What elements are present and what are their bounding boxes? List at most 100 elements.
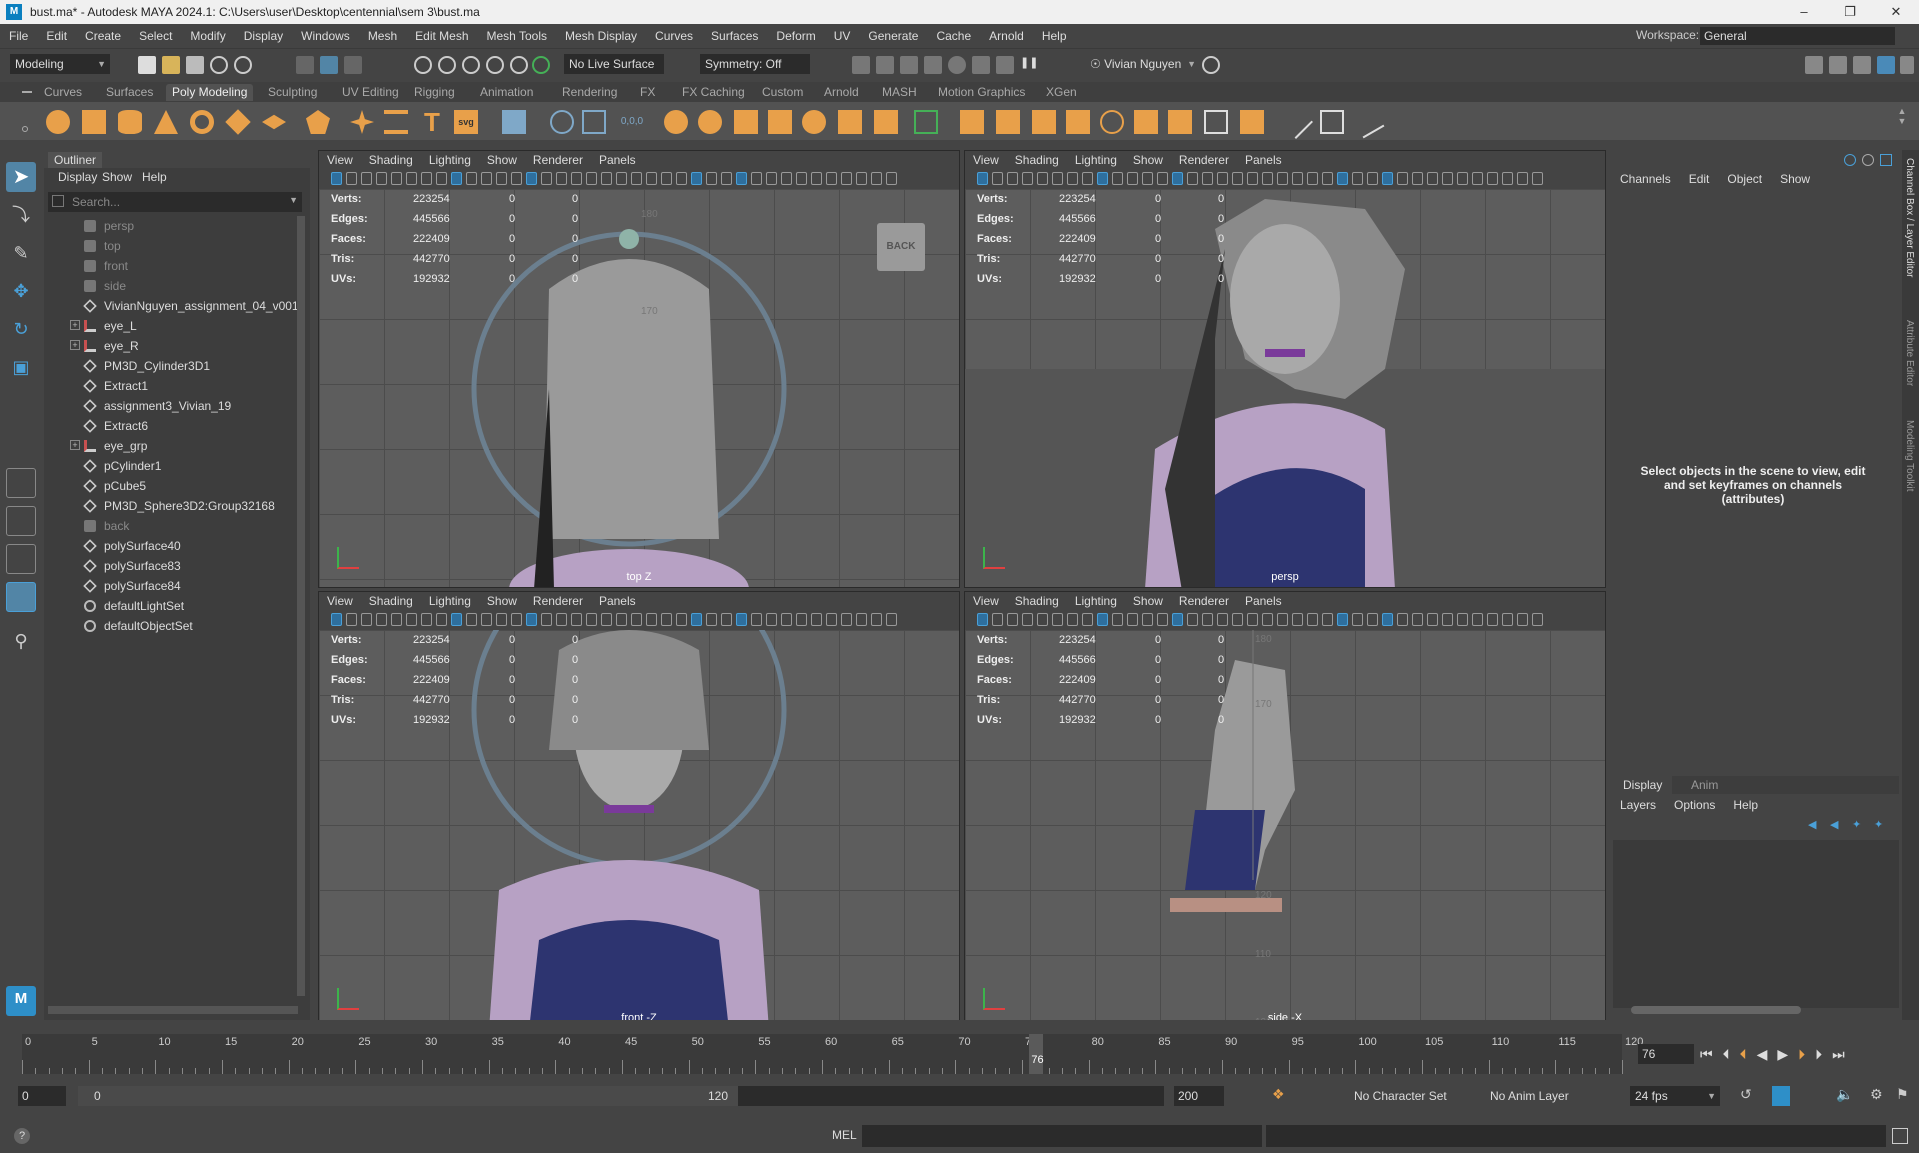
viewport-tool-icon[interactable]: [1502, 172, 1513, 185]
viewport-tool-icon[interactable]: [466, 613, 477, 626]
paint-select-tool-icon[interactable]: ✎: [6, 238, 36, 268]
outliner-item[interactable]: pCylinder1: [44, 456, 294, 476]
poly-cone-icon[interactable]: [154, 110, 178, 134]
viewport-tool-icon[interactable]: [1052, 613, 1063, 626]
viewport-tool-icon[interactable]: [1172, 613, 1183, 626]
cache-playback-icon[interactable]: [1772, 1086, 1790, 1106]
viewport-tool-icon[interactable]: [706, 613, 717, 626]
outliner-layout-icon[interactable]: [6, 582, 36, 612]
anim-layer-dropdown[interactable]: No Anim Layer: [1490, 1086, 1610, 1106]
viewport-menu-lighting[interactable]: Lighting: [421, 151, 479, 169]
fps-dropdown[interactable]: 24 fps ▼: [1630, 1086, 1720, 1106]
combine-icon[interactable]: [664, 110, 688, 134]
outliner-item[interactable]: Extract6: [44, 416, 294, 436]
uv-editor-icon[interactable]: [1279, 105, 1313, 139]
viewport-tool-icon[interactable]: [1067, 613, 1078, 626]
open-scene-icon[interactable]: [162, 56, 180, 74]
viewport-tool-icon[interactable]: [1157, 172, 1168, 185]
viewport-tool-icon[interactable]: [556, 613, 567, 626]
shelf-menu-icon[interactable]: [22, 91, 32, 93]
shelf-tab-custom[interactable]: Custom: [756, 84, 809, 101]
channel-menu-channels[interactable]: Channels: [1611, 170, 1680, 188]
viewport-menu-show[interactable]: Show: [1125, 592, 1171, 610]
poly-torus-icon[interactable]: [190, 110, 214, 134]
viewport-menu-panels[interactable]: Panels: [1237, 592, 1290, 610]
outliner-menu-show[interactable]: Show: [102, 170, 132, 184]
channel-menu-edit[interactable]: Edit: [1680, 170, 1719, 188]
viewport-menu-shading[interactable]: Shading: [361, 592, 421, 610]
viewport-tool-icon[interactable]: [1262, 172, 1273, 185]
platonic-solid-icon[interactable]: [306, 110, 330, 134]
go-to-end-icon[interactable]: ⏭: [1832, 1046, 1855, 1062]
menu-cache[interactable]: Cache: [927, 29, 980, 43]
viewport-tool-icon[interactable]: [1082, 613, 1093, 626]
viewport-tool-icon[interactable]: [1277, 613, 1288, 626]
select-hierarchy-icon[interactable]: [296, 56, 314, 74]
undo-icon[interactable]: [210, 56, 228, 74]
save-scene-icon[interactable]: [186, 56, 204, 74]
select-object-icon[interactable]: [320, 56, 338, 74]
shelf-tab-poly-modeling[interactable]: Poly Modeling: [166, 84, 254, 101]
symmetry-dropdown[interactable]: Symmetry: Off: [700, 54, 810, 74]
mesh-grid-icon[interactable]: [502, 110, 526, 134]
smooth-icon[interactable]: [802, 110, 826, 134]
viewport-tool-icon[interactable]: [1307, 613, 1318, 626]
viewport-menu-lighting[interactable]: Lighting: [1067, 592, 1125, 610]
reduce-icon[interactable]: [838, 110, 862, 134]
viewport-tool-icon[interactable]: [676, 613, 687, 626]
snap-align-icon[interactable]: [582, 110, 606, 134]
render-setup-icon[interactable]: [972, 56, 990, 74]
viewport-tool-icon[interactable]: [1202, 172, 1213, 185]
viewport-tool-icon[interactable]: [1127, 613, 1138, 626]
viewport-tool-icon[interactable]: [1217, 613, 1228, 626]
four-view-layout-icon[interactable]: [6, 506, 36, 536]
viewport-tool-icon[interactable]: [1472, 172, 1483, 185]
rotate-tool-icon[interactable]: ↻: [6, 314, 36, 344]
viewport-tool-icon[interactable]: [586, 613, 597, 626]
viewport-tool-icon[interactable]: [736, 172, 747, 185]
redo-icon[interactable]: [234, 56, 252, 74]
viewport-menu-renderer[interactable]: Renderer: [1171, 151, 1237, 169]
toggle-channel-box-icon[interactable]: [1877, 56, 1895, 74]
snap-view-plane-icon[interactable]: [510, 56, 528, 74]
viewport-tool-icon[interactable]: [1037, 613, 1048, 626]
search-filter-icon[interactable]: [52, 195, 64, 207]
time-slider-track[interactable]: 0510152025303540455055606570758085909510…: [22, 1034, 1643, 1074]
outliner-item[interactable]: defaultObjectSet: [44, 616, 294, 636]
viewport-tool-icon[interactable]: [1532, 613, 1543, 626]
snap-point-icon[interactable]: [462, 56, 480, 74]
outliner-item[interactable]: Extract1: [44, 376, 294, 396]
outliner-horizontal-scrollbar[interactable]: [48, 1006, 298, 1014]
coords-icon[interactable]: 0,0,0: [620, 110, 644, 134]
select-tool-icon[interactable]: ➤: [6, 162, 36, 192]
render-settings-icon[interactable]: [924, 56, 942, 74]
viewport-tool-icon[interactable]: [751, 613, 762, 626]
viewport-menu-lighting[interactable]: Lighting: [1067, 151, 1125, 169]
viewport-tool-icon[interactable]: [616, 172, 627, 185]
persp-outliner-layout-icon[interactable]: [6, 544, 36, 574]
viewport-tool-icon[interactable]: [331, 613, 342, 626]
menu-deform[interactable]: Deform: [767, 29, 824, 43]
maya-home-icon[interactable]: M: [6, 986, 36, 1016]
toggle-attribute-editor-icon[interactable]: [1829, 56, 1847, 74]
menu-select[interactable]: Select: [130, 29, 181, 43]
channel-box-move-icon[interactable]: [1844, 154, 1856, 166]
viewport-tool-icon[interactable]: [1412, 172, 1423, 185]
viewport-tool-icon[interactable]: [1277, 172, 1288, 185]
measure-icon[interactable]: [550, 110, 574, 134]
viewport-tool-icon[interactable]: [691, 613, 702, 626]
step-forward-frame-icon[interactable]: ⏵: [1815, 1046, 1832, 1062]
layer-menu-options[interactable]: Options: [1665, 796, 1724, 814]
viewport-tool-icon[interactable]: [436, 172, 447, 185]
view-cube[interactable]: BACK: [877, 223, 925, 271]
mirror-icon[interactable]: [874, 110, 898, 134]
viewport-tool-icon[interactable]: [1007, 172, 1018, 185]
viewport-tool-icon[interactable]: [1487, 613, 1498, 626]
menu-mesh-tools[interactable]: Mesh Tools: [478, 29, 556, 43]
search-dropdown-icon[interactable]: ▼: [289, 195, 298, 205]
viewport-menu-show[interactable]: Show: [479, 592, 525, 610]
channel-box-rotate-icon[interactable]: [1862, 154, 1874, 166]
viewport-tool-icon[interactable]: [346, 613, 357, 626]
viewport-tool-icon[interactable]: [571, 172, 582, 185]
viewport-tool-icon[interactable]: [1097, 172, 1108, 185]
